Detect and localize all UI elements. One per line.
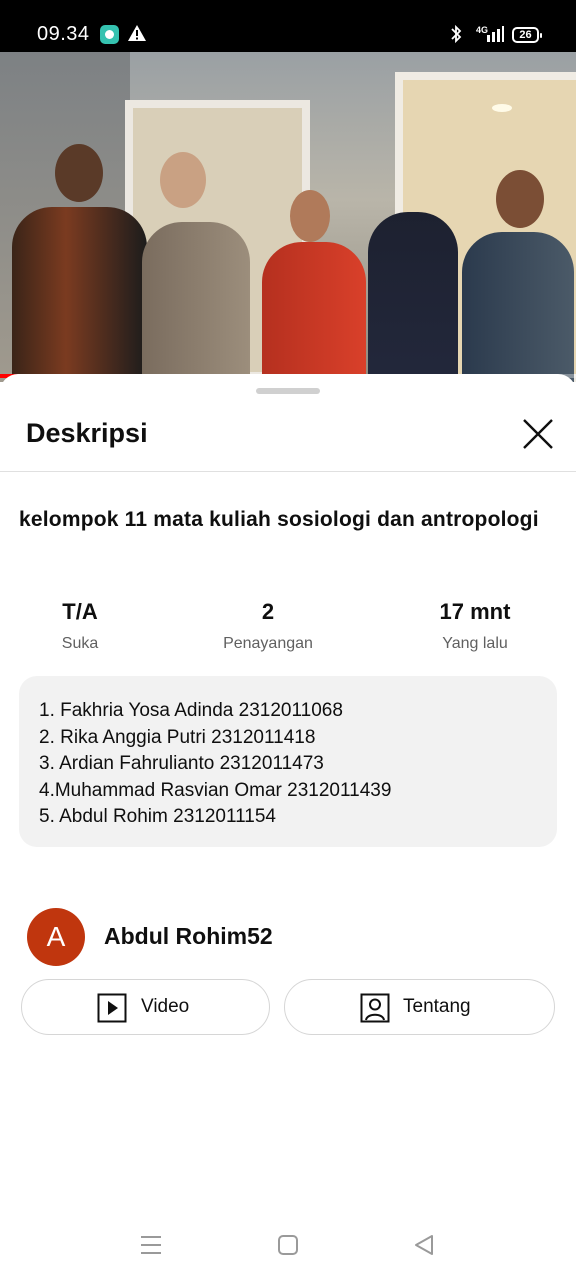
description-line: 1. Fakhria Yosa Adinda 2312011068 [39, 700, 343, 721]
description-box: 1. Fakhria Yosa Adinda 2312011068 2. Rik… [19, 676, 557, 847]
channel-name[interactable]: Abdul Rohim52 [104, 923, 273, 950]
video-title: kelompok 11 mata kuliah sosiologi dan an… [19, 508, 539, 531]
divider [0, 471, 576, 472]
home-icon[interactable] [277, 1234, 299, 1256]
video-person [368, 212, 458, 382]
description-line: 3. Ardian Fahrulianto 2312011473 [39, 753, 324, 774]
play-box-icon [97, 993, 127, 1023]
videos-button-label: Video [141, 996, 190, 1017]
video-person [142, 222, 250, 382]
video-person [12, 207, 147, 382]
video-person [262, 242, 366, 382]
system-nav-bar [0, 1210, 576, 1280]
stat-published: 17 mnt Yang lalu [420, 599, 530, 653]
stat-likes: T/A Suka [40, 599, 120, 653]
likes-label: Suka [61, 635, 99, 652]
description-line: 2. Rika Anggia Putri 2312011418 [39, 726, 316, 748]
about-button-label: Tentang [403, 996, 471, 1017]
description-line: 4.Muhammad Rasvian Omar 2312011439 [39, 779, 392, 801]
signal-icon [487, 26, 504, 42]
stat-views: 2 Penayangan [200, 599, 336, 653]
status-bar: 09.34 4G 26 [0, 0, 576, 52]
description-line: 5. Abdul Rohim 2312011154 [39, 806, 276, 827]
warning-icon [128, 25, 146, 41]
bluetooth-icon [451, 24, 462, 44]
video-person [496, 170, 544, 228]
videos-button[interactable]: Video [21, 979, 270, 1035]
published-label: Yang lalu [442, 635, 508, 652]
app-notification-icon [100, 25, 119, 44]
video-person [160, 152, 206, 208]
avatar[interactable]: A [27, 908, 85, 966]
video-background [492, 104, 512, 112]
person-box-icon [360, 993, 390, 1023]
sheet-title: Deskripsi [26, 418, 148, 448]
published-value: 17 mnt [439, 599, 511, 624]
views-label: Penayangan [223, 635, 313, 652]
close-icon[interactable] [518, 414, 558, 454]
status-time: 09.34 [37, 23, 90, 45]
back-icon[interactable] [413, 1234, 435, 1256]
likes-value: T/A [62, 599, 98, 624]
about-button[interactable]: Tentang [284, 979, 555, 1035]
menu-icon[interactable] [140, 1234, 162, 1256]
video-person [290, 190, 330, 242]
channel-row[interactable]: A Abdul Rohim52 [27, 908, 527, 966]
video-player[interactable] [0, 52, 576, 382]
description-sheet: Deskripsi kelompok 11 mata kuliah sosiol… [0, 374, 576, 1280]
video-person [55, 144, 103, 202]
battery-level: 26 [512, 27, 542, 43]
drag-handle[interactable] [256, 388, 320, 394]
views-value: 2 [261, 599, 275, 624]
video-person [462, 232, 574, 382]
